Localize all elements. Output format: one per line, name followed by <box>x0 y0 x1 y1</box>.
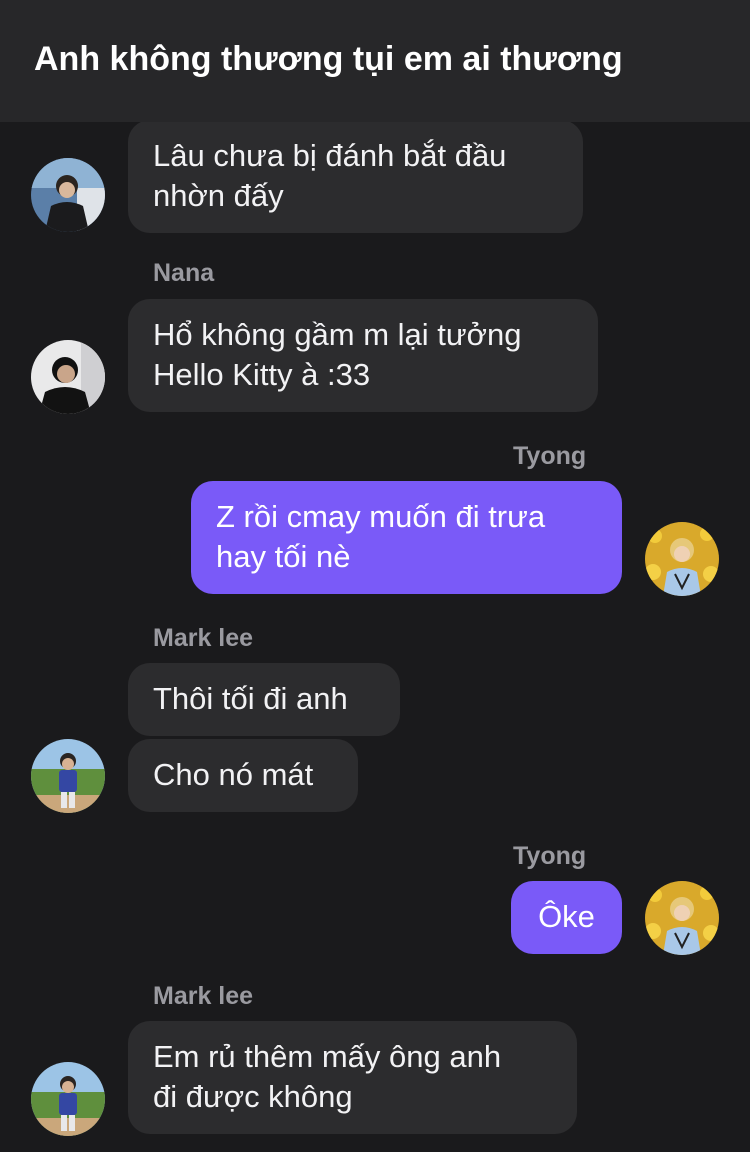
sender-name: Tyong <box>513 842 587 870</box>
message-bubble[interactable]: Em rủ thêm mấy ông anh đi được không <box>128 1021 577 1134</box>
user-avatar[interactable] <box>31 739 105 813</box>
message-line: nhờn đấy <box>153 178 284 213</box>
message-bubble[interactable]: Lâu chưa bị đánh bắt đầu nhờn đấy <box>128 122 583 233</box>
message-bubble[interactable]: Hổ không gầm m lại tưởng Hello Kitty à :… <box>128 299 598 412</box>
sender-name: Nana <box>153 259 215 287</box>
message-line: đi được không <box>153 1079 353 1114</box>
user-avatar[interactable] <box>645 881 719 955</box>
message-line: Cho nó mát <box>153 757 314 792</box>
chat-header: Anh không thương tụi em ai thương <box>0 0 750 122</box>
message-line: Z rồi cmay muốn đi trưa <box>216 499 546 534</box>
user-avatar[interactable] <box>31 158 105 232</box>
message-bubble-mine[interactable]: Ôke <box>511 881 622 954</box>
message-line: Hello Kitty à :33 <box>153 357 371 392</box>
message-bubble[interactable]: Cho nó mát <box>128 739 358 812</box>
sender-name: Tyong <box>513 442 587 470</box>
chat-title[interactable]: Anh không thương tụi em ai thương <box>34 40 623 79</box>
message-line: Lâu chưa bị đánh bắt đầu <box>153 138 507 173</box>
message-feed[interactable]: Lâu chưa bị đánh bắt đầu nhờn đấy Nana H… <box>0 122 750 1152</box>
user-avatar[interactable] <box>645 522 719 596</box>
message-bubble-mine[interactable]: Z rồi cmay muốn đi trưa hay tối nè <box>191 481 622 594</box>
message-line: Em rủ thêm mấy ông anh <box>153 1039 502 1074</box>
message-line: Hổ không gầm m lại tưởng <box>153 317 522 352</box>
message-bubble[interactable]: Thôi tối đi anh <box>128 663 400 736</box>
sender-name: Mark lee <box>153 624 254 652</box>
sender-name: Mark lee <box>153 982 254 1010</box>
message-line: hay tối nè <box>216 539 351 574</box>
user-avatar[interactable] <box>31 340 105 414</box>
user-avatar[interactable] <box>31 1062 105 1136</box>
message-line: Thôi tối đi anh <box>153 681 348 716</box>
message-line: Ôke <box>538 899 595 934</box>
